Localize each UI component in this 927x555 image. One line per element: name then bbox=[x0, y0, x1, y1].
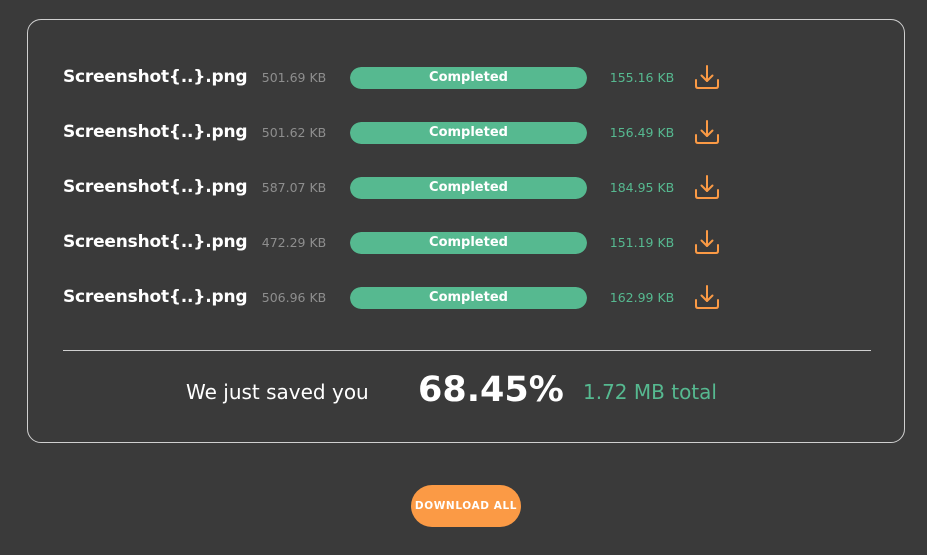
compressed-size: 184.95 KB bbox=[609, 180, 675, 195]
compressed-size: 155.16 KB bbox=[609, 70, 675, 85]
results-panel: Screenshot{..}.png 501.69 KB Completed 1… bbox=[27, 19, 905, 443]
download-button[interactable] bbox=[692, 173, 722, 203]
status-label: Completed bbox=[429, 125, 508, 140]
download-icon bbox=[695, 230, 719, 254]
file-row: Screenshot{..}.png 587.07 KB Completed 1… bbox=[28, 173, 904, 203]
savings-summary: We just saved you 68.45% 1.72 MB total bbox=[28, 368, 904, 418]
download-icon bbox=[695, 175, 719, 199]
progress-bar: Completed bbox=[350, 122, 587, 144]
savings-total: 1.72 MB total bbox=[583, 380, 717, 404]
file-name: Screenshot{..}.png bbox=[63, 232, 248, 252]
file-name: Screenshot{..}.png bbox=[63, 177, 248, 197]
file-row: Screenshot{..}.png 472.29 KB Completed 1… bbox=[28, 228, 904, 258]
compressed-size: 162.99 KB bbox=[609, 290, 675, 305]
download-button[interactable] bbox=[692, 118, 722, 148]
download-icon bbox=[695, 120, 719, 144]
original-size: 506.96 KB bbox=[261, 290, 327, 305]
status-label: Completed bbox=[429, 70, 508, 85]
original-size: 501.69 KB bbox=[261, 70, 327, 85]
original-size: 587.07 KB bbox=[261, 180, 327, 195]
progress-bar: Completed bbox=[350, 67, 587, 89]
progress-bar: Completed bbox=[350, 177, 587, 199]
download-icon bbox=[695, 285, 719, 309]
file-row: Screenshot{..}.png 501.69 KB Completed 1… bbox=[28, 63, 904, 93]
download-button[interactable] bbox=[692, 228, 722, 258]
file-name: Screenshot{..}.png bbox=[63, 287, 248, 307]
compressed-size: 156.49 KB bbox=[609, 125, 675, 140]
compressed-size: 151.19 KB bbox=[609, 235, 675, 250]
file-name: Screenshot{..}.png bbox=[63, 122, 248, 142]
status-label: Completed bbox=[429, 235, 508, 250]
original-size: 472.29 KB bbox=[261, 235, 327, 250]
download-button[interactable] bbox=[692, 283, 722, 313]
divider bbox=[63, 350, 871, 351]
download-button[interactable] bbox=[692, 63, 722, 93]
download-icon bbox=[695, 65, 719, 89]
file-row: Screenshot{..}.png 501.62 KB Completed 1… bbox=[28, 118, 904, 148]
status-label: Completed bbox=[429, 290, 508, 305]
original-size: 501.62 KB bbox=[261, 125, 327, 140]
savings-text: We just saved you bbox=[186, 380, 369, 404]
file-name: Screenshot{..}.png bbox=[63, 67, 248, 87]
progress-bar: Completed bbox=[350, 287, 587, 309]
progress-bar: Completed bbox=[350, 232, 587, 254]
file-row: Screenshot{..}.png 506.96 KB Completed 1… bbox=[28, 283, 904, 313]
status-label: Completed bbox=[429, 180, 508, 195]
savings-percent: 68.45% bbox=[418, 370, 564, 410]
download-all-button[interactable]: DOWNLOAD ALL bbox=[411, 485, 521, 527]
